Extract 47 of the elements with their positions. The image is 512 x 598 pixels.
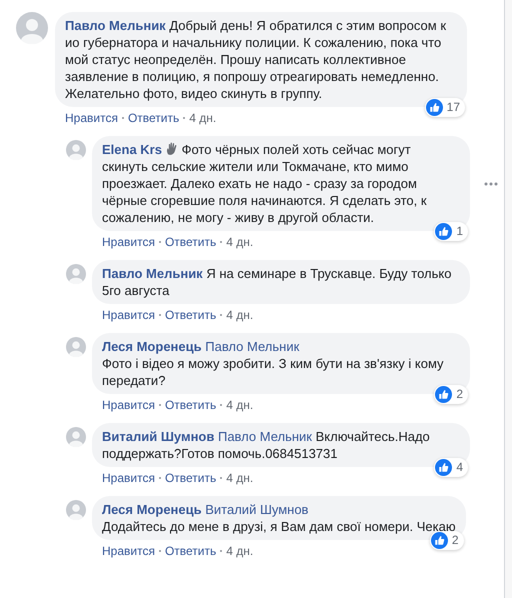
- mention-link[interactable]: Павло Мельник: [218, 429, 312, 444]
- like-link[interactable]: Нравится: [102, 307, 155, 323]
- reaction-badge[interactable]: 1: [434, 222, 468, 241]
- like-icon: [435, 223, 452, 240]
- comment-time[interactable]: 4 дн.: [226, 307, 254, 323]
- avatar[interactable]: [66, 337, 86, 357]
- reply-link[interactable]: Ответить: [164, 543, 216, 559]
- more-icon[interactable]: [484, 182, 498, 186]
- reply-link[interactable]: Ответить: [164, 470, 216, 486]
- comment-text: Elena Krs Фото чёрных полей хоть сейчас могут скинуть сельские жители или Токмачане, кто мимо проезжает. Далеко ехать не надо - сразу за городом чёрные сгоревшие поля начинаются. Я сделать это, к сожалению, не могу - живу в другой области.: [102, 141, 428, 226]
- author-link[interactable]: Леся Моренець: [102, 502, 202, 517]
- reaction-badge[interactable]: 17: [424, 98, 465, 117]
- avatar[interactable]: [66, 140, 86, 160]
- comment-text: Павло Мельник Я на семинаре в Трускавце. Буду только 5го августа: [102, 265, 452, 299]
- comment-text: Виталий Шумнов Павло Мельник Включайтесь.Надо поддержать?Готов помочь.0684513731: [102, 428, 431, 462]
- author-link[interactable]: Павло Мельник: [102, 266, 203, 281]
- author-link[interactable]: Elena Krs: [102, 142, 162, 157]
- reaction-badge[interactable]: 4: [434, 458, 468, 477]
- like-link[interactable]: Нравится: [102, 234, 155, 250]
- like-icon: [435, 459, 452, 476]
- avatar[interactable]: [66, 500, 86, 520]
- mention-link[interactable]: Виталий Шумнов: [205, 502, 308, 517]
- like-link[interactable]: Нравится: [102, 397, 155, 413]
- avatar[interactable]: [16, 12, 48, 44]
- reaction-badge[interactable]: 2: [430, 531, 464, 550]
- comment-time[interactable]: 4 дн.: [226, 543, 254, 559]
- author-link[interactable]: Павло Мельник: [65, 18, 166, 33]
- comment-time[interactable]: 4 дн.: [226, 234, 254, 250]
- like-icon: [435, 386, 452, 403]
- like-icon: [426, 99, 443, 116]
- reply-link[interactable]: Ответить: [164, 234, 216, 250]
- comment-time[interactable]: 4 дн.: [189, 110, 216, 126]
- avatar[interactable]: [66, 427, 86, 447]
- mention-link[interactable]: Павло Мельник: [205, 339, 300, 354]
- reply-link[interactable]: Ответить: [164, 397, 216, 413]
- reply-link[interactable]: Ответить: [164, 307, 216, 323]
- comment-time[interactable]: 4 дн.: [226, 470, 254, 486]
- like-link[interactable]: Нравится: [65, 110, 118, 126]
- author-link[interactable]: Виталий Шумнов: [102, 429, 214, 444]
- comment-time[interactable]: 4 дн.: [226, 397, 254, 413]
- like-icon: [430, 532, 448, 549]
- like-link[interactable]: Нравится: [102, 543, 155, 559]
- reply-link[interactable]: Ответить: [128, 110, 180, 126]
- author-link[interactable]: Леся Моренець: [102, 339, 202, 354]
- avatar[interactable]: [66, 264, 86, 284]
- like-link[interactable]: Нравится: [102, 470, 155, 486]
- reaction-badge[interactable]: 2: [434, 385, 468, 404]
